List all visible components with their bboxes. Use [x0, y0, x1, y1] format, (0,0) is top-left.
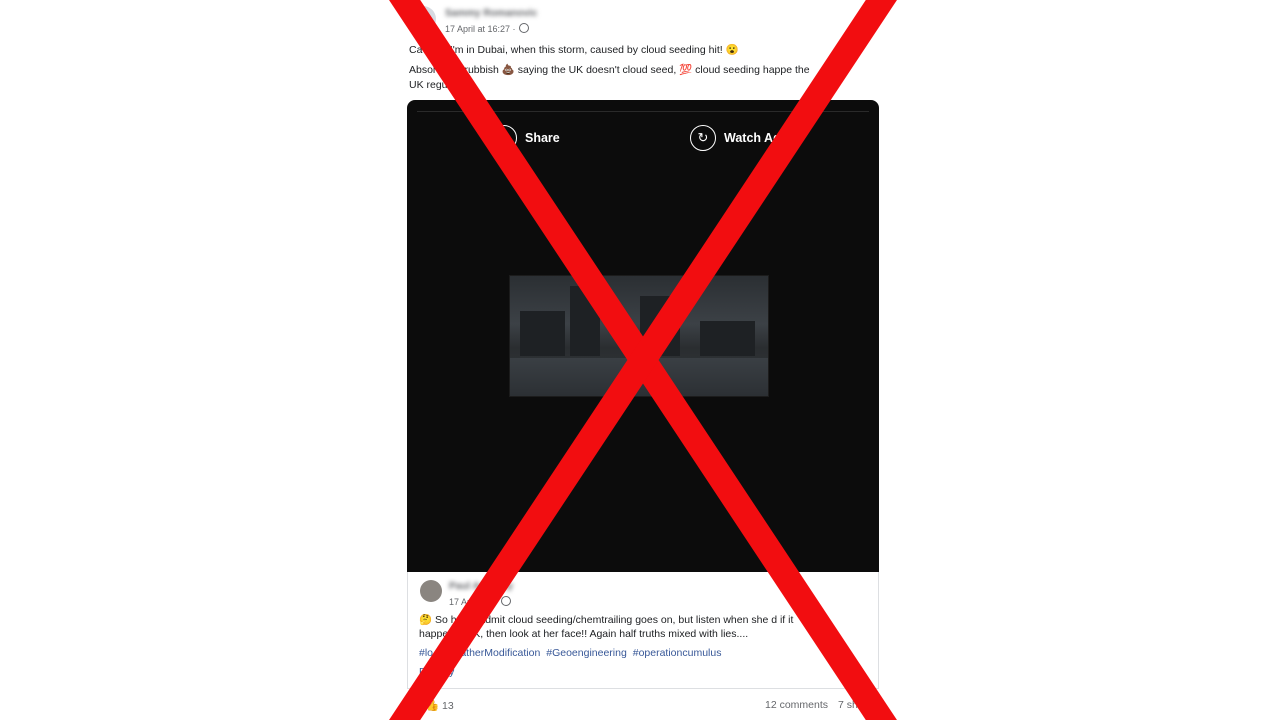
avatar[interactable]: [410, 6, 436, 32]
thumbnail-building: [520, 311, 565, 356]
watch-again-button[interactable]: ↻ Watch Ag: [690, 124, 781, 152]
post-author-name[interactable]: Sammy Romanovic: [445, 8, 537, 19]
video-player[interactable]: ↗ Share ↻ Watch Ag: [407, 100, 879, 572]
reaction-count[interactable]: 👍 13: [426, 699, 454, 712]
comments-count[interactable]: 12 comments: [765, 699, 828, 711]
shared-text-line-2: happe he UK, then look at her face!! Aga…: [419, 628, 749, 640]
avatar[interactable]: [420, 580, 442, 602]
replay-icon: ↻: [690, 125, 716, 151]
timestamp-text: 17 April at 16:27 ·: [445, 24, 516, 34]
share-label: Share: [525, 131, 560, 145]
shared-timestamp[interactable]: 17 Ap 2:10 ·: [449, 596, 511, 607]
facebook-post: Sammy Romanovic 17 April at 16:27 · Ca l…: [398, 0, 888, 720]
hashtag-link[interactable]: #WeatherModification: [439, 647, 540, 659]
post-text-line-3: UK regu: [409, 79, 448, 91]
shared-text-line-1: 🤔 So he ey admit cloud seeding/chemtrail…: [419, 614, 794, 626]
timestamp-text: 17 Ap 2:10 ·: [449, 597, 498, 607]
watch-again-label: Watch Ag: [724, 131, 781, 145]
video-divider: [417, 111, 869, 112]
hashtag-link[interactable]: #Geoengineering: [546, 647, 627, 659]
globe-icon: [500, 596, 511, 606]
share-button[interactable]: ↗ Share: [491, 124, 560, 152]
post-text-line-2: Absol ud of rubbish 💩 saying the UK does…: [409, 64, 810, 76]
shared-post-card[interactable]: Paul Anthony 17 Ap 2:10 · 🤔 So he ey adm…: [407, 572, 879, 689]
hashtag-list: #lo #WeatherModification #Geoengineering…: [419, 647, 724, 659]
shared-author-name[interactable]: Paul Anthony: [449, 581, 513, 592]
reaction-number: 13: [442, 700, 454, 712]
share-icon: ↗: [491, 125, 517, 151]
hashtag-link[interactable]: #operationcumulus: [633, 647, 722, 659]
thumbnail-building: [640, 296, 680, 356]
thumbnail-building: [570, 286, 600, 356]
globe-icon: [518, 23, 529, 33]
hashtag-link[interactable]: #lo: [419, 647, 433, 659]
post-text-line-1: Ca lieve I'm in Dubai, when this storm, …: [409, 44, 739, 56]
post-timestamp[interactable]: 17 April at 16:27 ·: [445, 23, 529, 34]
video-thumbnail[interactable]: [509, 275, 769, 397]
thumbnail-building: [700, 321, 755, 356]
mention-link[interactable]: P thony: [419, 666, 454, 678]
like-icon: 👍: [426, 700, 440, 712]
thumbnail-water: [510, 358, 768, 396]
shares-count[interactable]: 7 sh: [838, 699, 858, 711]
